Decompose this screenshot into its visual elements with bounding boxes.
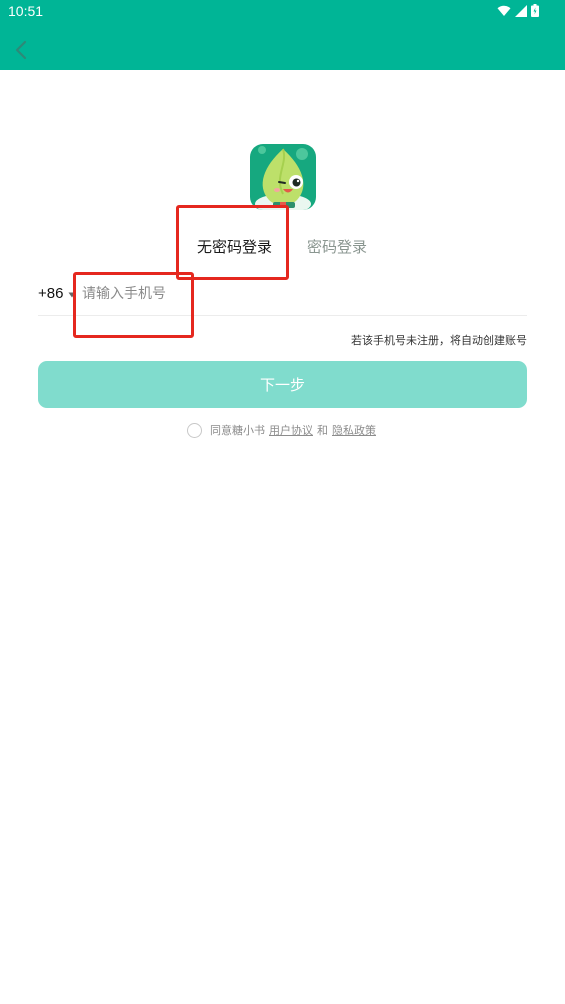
wifi-icon — [497, 5, 511, 16]
highlight-box-tab — [176, 205, 289, 280]
agreement-checkbox[interactable] — [187, 422, 202, 438]
agreement-conjunction: 和 — [317, 424, 328, 437]
app-logo-leaf-mascot — [250, 144, 316, 210]
auto-register-hint: 若该手机号未注册，将自动创建账号 — [351, 334, 527, 347]
highlight-box-input — [73, 272, 194, 338]
signal-icon — [515, 4, 527, 17]
app-header: 10:51 — [0, 0, 565, 70]
country-code-selector[interactable]: +86 — [38, 285, 63, 302]
status-time: 10:51 — [8, 3, 44, 19]
agreement-prefix: 同意糖小书 — [210, 424, 265, 437]
battery-icon — [531, 4, 539, 17]
back-button[interactable] — [8, 36, 36, 64]
next-button[interactable]: 下一步 — [38, 361, 527, 408]
user-agreement-link[interactable]: 用户协议 — [269, 422, 313, 438]
next-button-label: 下一步 — [259, 376, 305, 394]
privacy-policy-link[interactable]: 隐私政策 — [332, 422, 376, 438]
tab-password-login[interactable]: 密码登录 — [307, 236, 367, 257]
app-logo — [250, 144, 316, 210]
chevron-left-icon — [15, 40, 27, 60]
status-icons — [497, 4, 539, 17]
agreement-row: 同意糖小书 用户协议 和 隐私政策 — [187, 422, 380, 438]
